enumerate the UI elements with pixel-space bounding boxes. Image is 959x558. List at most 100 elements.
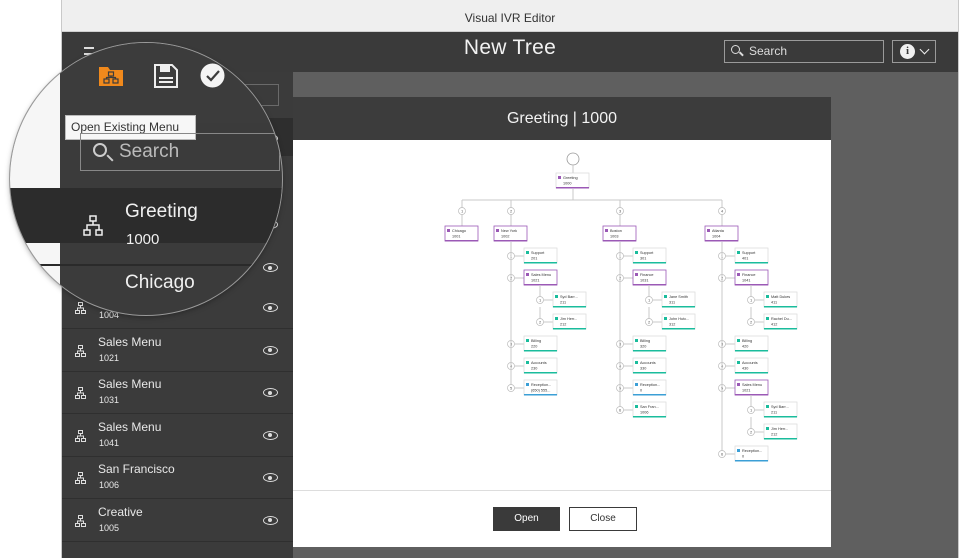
eye-icon[interactable] — [263, 388, 278, 397]
grandchild-node[interactable]: Jane Smith 311 — [661, 291, 696, 308]
open-folder-icon[interactable] — [98, 63, 124, 87]
grandchild-node[interactable]: Syd Barr... 211 — [552, 291, 587, 308]
sidebar-item-name: San Francisco — [98, 462, 175, 476]
org-chart-icon — [75, 514, 86, 527]
node-name: Reception... — [531, 383, 551, 387]
sidebar-item-number: 1006 — [99, 480, 120, 490]
dialog-title: Greeting | 1000 — [293, 97, 831, 140]
phone-icon — [566, 152, 580, 166]
sidebar-item-number: 1041 — [99, 437, 120, 448]
child-node[interactable]: Reception... (650) 555... — [523, 379, 558, 396]
branch-node[interactable]: Chicago 1001 — [444, 225, 479, 242]
node-name: Chicago — [452, 229, 466, 233]
node-name: Atlanta — [712, 229, 725, 233]
node-number: 211 — [560, 301, 566, 305]
node-name: San Fran... — [640, 405, 659, 409]
child-node[interactable]: Support 201 — [523, 247, 558, 264]
root-node[interactable]: Greeting 1000 — [555, 172, 590, 189]
org-chart-icon — [83, 215, 103, 236]
node-name: Support — [531, 251, 545, 255]
eye-icon[interactable] — [263, 473, 278, 482]
child-node[interactable]: Billing 320 — [632, 335, 667, 352]
node-number: 0 — [640, 389, 642, 393]
info-icon: i — [900, 44, 915, 59]
node-name: John Hutc... — [669, 317, 689, 321]
node-name: Reception... — [742, 449, 762, 453]
branch-node[interactable]: Boston 1003 — [602, 225, 637, 242]
child-node[interactable]: Sales Menu 1021 — [734, 379, 769, 396]
child-node[interactable]: Accounts 430 — [734, 357, 769, 374]
magnified-next-item: Chicago — [125, 272, 195, 293]
eye-icon[interactable] — [263, 345, 278, 355]
node-number: 301 — [640, 257, 646, 261]
sidebar-item[interactable]: Sales Menu 1041 — [62, 415, 293, 457]
node-name: Support — [742, 251, 756, 255]
child-node[interactable]: Sales Menu 1021 — [523, 269, 558, 286]
grandchild-node[interactable]: John Hutc... 312 — [661, 313, 696, 330]
grandchild-node[interactable]: Matt Dukes 411 — [763, 291, 798, 308]
sidebar-item[interactable]: Sales Menu 1021 — [62, 330, 293, 372]
sidebar-item[interactable]: Sales Menu 1031 — [62, 372, 293, 414]
magnified-search-input[interactable]: Search — [80, 133, 280, 171]
node-number: 1000 — [563, 182, 571, 186]
grandchild-node[interactable]: Rachel Du... 412 — [763, 313, 798, 330]
node-number: 430 — [742, 367, 748, 371]
child-node[interactable]: Finance 1041 — [734, 269, 769, 286]
node-number: 1004 — [712, 235, 720, 239]
org-chart-icon — [75, 301, 86, 314]
sidebar-item-name: Sales Menu — [98, 334, 162, 349]
node-number: 1031 — [640, 279, 648, 283]
sidebar-item-number: 1021 — [99, 352, 120, 363]
node-name: Finance — [640, 273, 654, 277]
child-node[interactable]: Accounts 330 — [632, 357, 667, 374]
search-input[interactable]: Search — [724, 40, 884, 63]
grandchild-node[interactable]: Syd Barr... 211 — [763, 401, 798, 418]
node-number: 312 — [669, 323, 675, 327]
tree-preview: Greeting10001Chicago10012New York10021Su… — [293, 140, 831, 488]
node-number: 1003 — [610, 235, 618, 239]
eye-icon[interactable] — [263, 515, 278, 525]
open-button[interactable]: Open — [493, 507, 560, 531]
child-node[interactable]: Finance 1031 — [632, 269, 667, 286]
grandchild-node[interactable]: Jim Herr... 212 — [552, 313, 587, 330]
branch-node[interactable]: New York 1002 — [493, 225, 528, 242]
sidebar-item-number: 1031 — [99, 395, 120, 405]
node-name: Support — [640, 251, 654, 255]
search-icon — [93, 143, 107, 157]
sidebar-item[interactable]: Creative 1005 — [62, 500, 293, 542]
close-button[interactable]: Close — [569, 507, 637, 531]
child-node[interactable]: Reception... 0 — [632, 379, 667, 396]
node-number: 1006 — [640, 411, 648, 415]
node-number: 401 — [742, 257, 748, 261]
node-name: Sales Menu — [742, 383, 762, 387]
eye-icon[interactable] — [263, 430, 278, 440]
node-number: 420 — [742, 345, 748, 349]
child-node[interactable]: Support 401 — [734, 247, 769, 264]
eye-icon[interactable] — [263, 303, 278, 312]
sidebar-item[interactable]: San Francisco 1006 — [62, 457, 293, 499]
child-node[interactable]: Billing 420 — [734, 335, 769, 352]
node-name: Accounts — [640, 361, 656, 365]
child-node[interactable]: Support 301 — [632, 247, 667, 264]
info-menu-button[interactable]: i — [892, 40, 936, 63]
node-name: Syd Barr... — [560, 295, 578, 299]
save-icon[interactable] — [154, 64, 178, 88]
sidebar-item-name: Sales Menu — [98, 377, 162, 391]
checkmark-icon[interactable] — [200, 63, 225, 88]
node-name: Jim Herr... — [771, 427, 788, 431]
node-name: Rachel Du... — [771, 317, 792, 321]
child-node[interactable]: San Fran... 1006 — [632, 401, 667, 418]
child-node[interactable]: Billing 220 — [523, 335, 558, 352]
node-name: Matt Dukes — [771, 295, 790, 299]
node-number: 1001 — [452, 235, 460, 239]
child-node[interactable]: Accounts 230 — [523, 357, 558, 374]
branch-node[interactable]: Atlanta 1004 — [704, 225, 739, 242]
node-number: 211 — [771, 411, 777, 415]
node-number: 230 — [531, 367, 537, 371]
grandchild-node[interactable]: Jim Herr... 212 — [763, 423, 798, 440]
search-icon — [731, 45, 740, 54]
node-number: 0 — [742, 455, 744, 459]
sidebar-item-number: 1005 — [99, 522, 120, 533]
child-node[interactable]: Reception... 0 — [734, 445, 769, 462]
magnified-item-number: 1000 — [126, 231, 160, 248]
